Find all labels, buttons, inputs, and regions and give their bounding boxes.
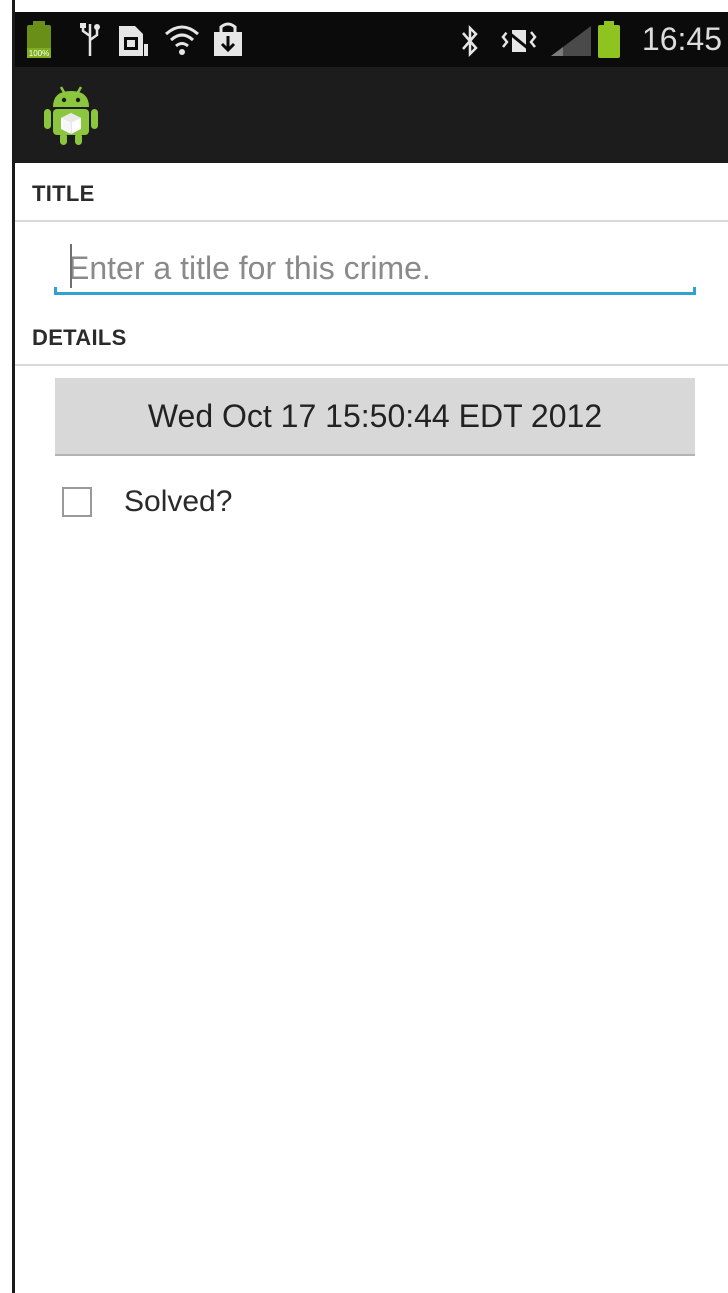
download-icon: [211, 22, 245, 63]
status-time: 16:45: [641, 21, 722, 57]
mute-icon: [499, 26, 539, 61]
details-section-header: DETAILS: [15, 325, 728, 369]
battery-percent-text: 100%: [29, 49, 49, 58]
crime-date-button[interactable]: Wed Oct 17 15:50:44 EDT 2012: [55, 378, 695, 456]
details-header-label: DETAILS: [32, 325, 127, 350]
title-header-label: TITLE: [32, 181, 95, 206]
status-bar: 100% 16:45: [15, 12, 728, 67]
solved-label[interactable]: Solved?: [124, 485, 232, 519]
wifi-icon: [163, 22, 201, 63]
title-header-divider: [15, 220, 728, 222]
usb-icon: [77, 22, 103, 63]
android-app-icon[interactable]: [41, 81, 101, 152]
battery-full-icon: [597, 20, 621, 65]
bluetooth-icon: [459, 24, 481, 63]
phone-screen: 100% 16:45 TITLE Enter a title for this …: [15, 12, 728, 1293]
action-bar: [15, 67, 728, 163]
left-edge: [0, 0, 15, 1293]
sim-icon: [117, 22, 149, 63]
battery-icon: 100%: [25, 20, 53, 65]
title-input-underline: [54, 287, 696, 295]
top-margin: [0, 0, 728, 12]
text-cursor: [70, 244, 72, 288]
crime-title-input[interactable]: [54, 240, 696, 296]
solved-checkbox[interactable]: [62, 487, 92, 517]
signal-icon: [549, 24, 593, 63]
details-header-divider: [15, 364, 728, 366]
title-section-header: TITLE: [15, 181, 728, 225]
